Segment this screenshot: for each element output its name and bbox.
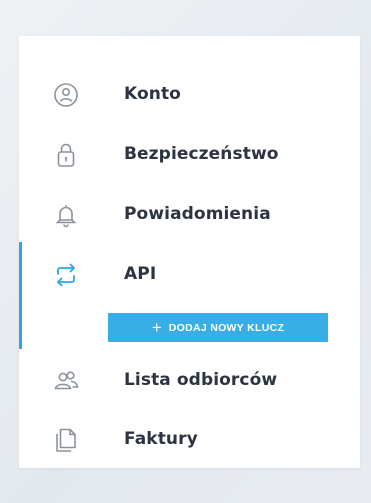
bell-icon <box>52 201 80 229</box>
settings-sidebar: Konto Bezpieczeństwo Powiadomienia API +… <box>19 36 360 468</box>
sidebar-item-label: API <box>124 264 157 284</box>
plus-icon: + <box>151 318 162 337</box>
documents-icon <box>52 426 80 454</box>
user-circle-icon <box>52 81 80 109</box>
sidebar-item-label: Konto <box>124 84 181 104</box>
sidebar-item-faktury[interactable]: Faktury <box>19 420 360 460</box>
add-new-key-label: DODAJ NOWY KLUCZ <box>168 321 285 334</box>
sidebar-item-label: Lista odbiorców <box>124 370 278 390</box>
sidebar-item-powiadomienia[interactable]: Powiadomienia <box>19 195 360 235</box>
sidebar-item-lista-odbiorcow[interactable]: Lista odbiorców <box>19 361 360 401</box>
sidebar-item-label: Faktury <box>124 429 198 449</box>
users-icon <box>52 367 80 395</box>
sidebar-item-label: Powiadomienia <box>124 204 271 224</box>
sidebar-item-label: Bezpieczeństwo <box>124 144 279 164</box>
swap-arrows-icon <box>52 261 80 289</box>
sidebar-item-konto[interactable]: Konto <box>19 75 360 115</box>
lock-icon <box>52 141 80 169</box>
sidebar-item-api[interactable]: API <box>19 255 360 295</box>
add-new-key-button[interactable]: + DODAJ NOWY KLUCZ <box>108 313 328 342</box>
sidebar-item-bezpieczenstwo[interactable]: Bezpieczeństwo <box>19 135 360 175</box>
